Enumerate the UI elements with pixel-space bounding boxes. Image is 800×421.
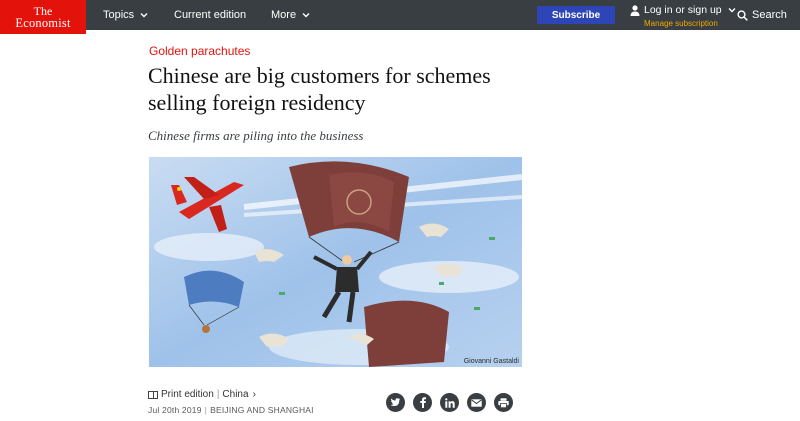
article-dateline: Jul 20th 2019 | BEIJING AND SHANGHAI [148,405,314,415]
twitter-icon[interactable] [386,393,405,412]
subscribe-button[interactable]: Subscribe [537,6,615,24]
article-location: BEIJING AND SHANGHAI [210,405,314,415]
logo-line-2: Economist [15,16,71,30]
more-menu[interactable]: More [271,0,311,30]
current-edition-link[interactable]: Current edition [174,0,246,30]
print-edition-icon [148,390,158,399]
headline-line-2: selling foreign residency [148,90,366,115]
share-bar [386,393,521,412]
top-navbar: The Economist Topics Current edition Mor… [0,0,800,34]
dateline-separator: | [204,405,208,415]
parachute-illustration [149,157,522,367]
image-credit: Giovanni Gastaldi [463,358,519,365]
economist-logo[interactable]: The Economist [0,0,86,34]
headline-line-1: Chinese are big customers for schemes [148,63,491,88]
article-subheadline: Chinese firms are piling into the busine… [148,128,364,143]
chevron-down-icon [139,10,149,20]
topics-label: Topics [103,9,135,21]
article-date: Jul 20th 2019 [148,405,202,415]
login-menu[interactable]: Log in or sign up Manage subscription [630,4,737,28]
linkedin-icon[interactable] [440,393,459,412]
chevron-down-icon [727,5,737,15]
facebook-icon[interactable] [413,393,432,412]
hero-illustration: Giovanni Gastaldi [149,157,522,367]
search-label: Search [752,9,787,21]
article-section-meta: Print edition | China › [148,389,256,400]
chevron-down-icon [301,10,311,20]
topics-menu[interactable]: Topics [103,0,149,30]
article-headline: Chinese are big customers for schemes se… [148,62,568,116]
manage-subscription-link[interactable]: Manage subscription [644,19,737,28]
lower-passport-parachute [364,300,449,367]
mail-icon[interactable] [467,393,486,412]
article-rubric: Golden parachutes [149,44,251,58]
more-label: More [271,9,297,21]
print-edition-link[interactable]: Print edition [161,389,214,400]
search-icon [737,9,748,21]
print-icon[interactable] [494,393,513,412]
login-label: Log in or sign up [644,4,722,16]
meta-separator: | [216,389,220,400]
search-button[interactable]: Search [737,0,787,30]
section-link[interactable]: China [222,389,248,400]
chevron-right-icon: › [252,389,256,400]
current-edition-label: Current edition [174,9,247,21]
user-icon [630,4,640,16]
